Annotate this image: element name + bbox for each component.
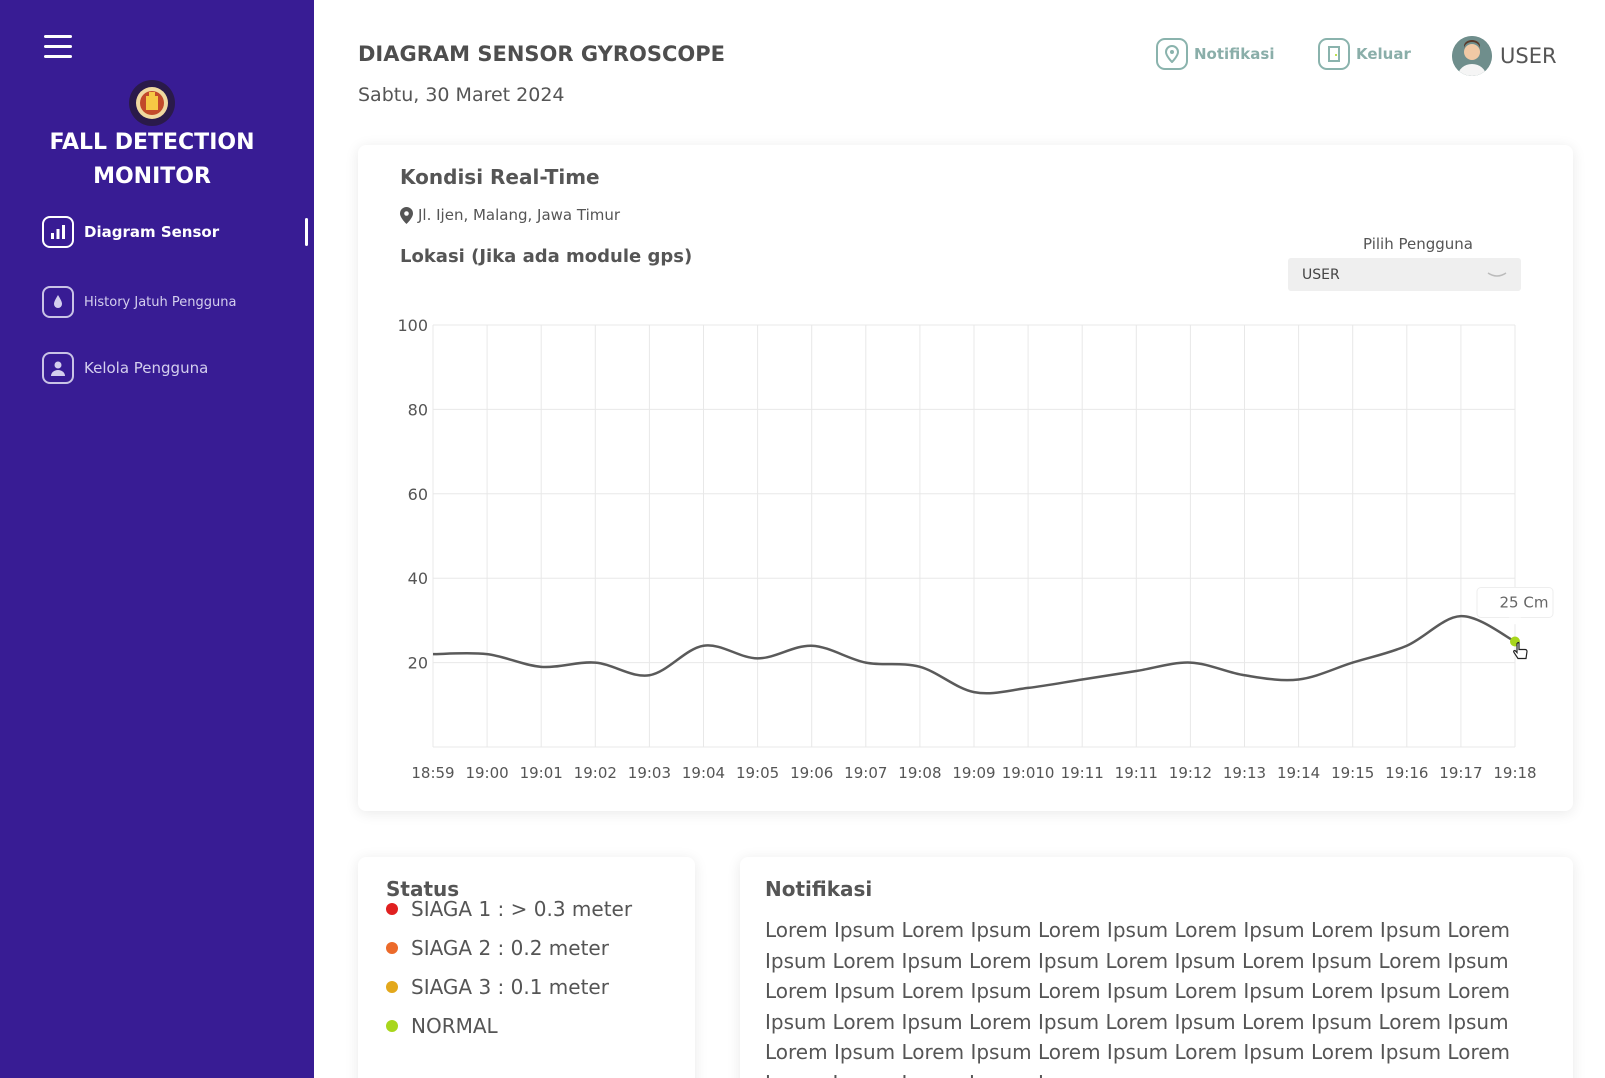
x-tick-label: 19:01	[520, 764, 563, 782]
data-point	[538, 664, 544, 670]
status-item-normal: NORMAL	[386, 1014, 498, 1038]
user-icon	[42, 352, 74, 384]
x-tick-label: 19:14	[1277, 764, 1320, 782]
notifikasi-label: Notifikasi	[1194, 45, 1275, 63]
logout-button[interactable]: Keluar	[1318, 38, 1411, 70]
data-point	[809, 643, 815, 649]
x-tick-label: 19:02	[574, 764, 617, 782]
user-name: USER	[1500, 44, 1557, 68]
y-tick-label: 20	[408, 654, 428, 673]
page-date: Sabtu, 30 Maret 2024	[358, 84, 565, 106]
location-pin-icon	[1156, 38, 1188, 70]
x-tick-label: 19:08	[898, 764, 941, 782]
data-point	[1133, 668, 1139, 674]
chart-icon	[42, 216, 74, 248]
x-tick-label: 19:17	[1439, 764, 1482, 782]
status-label: SIAGA 2 : 0.2 meter	[411, 936, 609, 960]
logo-icon	[129, 80, 175, 126]
sidebar-item-kelola-pengguna[interactable]: Kelola Pengguna	[42, 352, 208, 384]
active-indicator	[305, 218, 308, 246]
menu-icon[interactable]	[44, 35, 72, 59]
data-point	[1458, 613, 1464, 619]
door-icon	[1318, 38, 1350, 70]
x-tick-label: 19:00	[465, 764, 508, 782]
data-point	[863, 660, 869, 666]
x-tick-label: 19:06	[790, 764, 833, 782]
notification-title: Notifikasi	[765, 877, 873, 901]
sidebar-item-diagram-sensor[interactable]: Diagram Sensor	[42, 216, 219, 248]
data-point	[1025, 685, 1031, 691]
x-tick-label: 19:16	[1385, 764, 1428, 782]
x-tick-label: 19:09	[952, 764, 995, 782]
data-point	[430, 651, 436, 657]
sidebar: FALL DETECTION MONITOR Diagram Sensor Hi…	[0, 0, 314, 1078]
data-point	[592, 660, 598, 666]
data-point	[917, 664, 923, 670]
x-tick-label: 19:15	[1331, 764, 1374, 782]
x-tick-label: 19:03	[628, 764, 671, 782]
notification-text: Lorem Ipsum Lorem Ipsum Lorem Ipsum Lore…	[765, 918, 1511, 1078]
status-dot	[386, 903, 398, 915]
data-point	[1187, 660, 1193, 666]
realtime-card: Kondisi Real-Time Jl. Ijen, Malang, Jawa…	[358, 145, 1573, 811]
y-tick-label: 40	[408, 569, 428, 588]
x-tick-label: 19:18	[1493, 764, 1536, 782]
status-card: Status SIAGA 1 : > 0.3 meter SIAGA 2 : 0…	[358, 857, 695, 1078]
brand-line-1: FALL DETECTION	[49, 130, 255, 155]
status-item-siaga-2: SIAGA 2 : 0.2 meter	[386, 936, 609, 960]
history-icon	[42, 286, 74, 318]
status-label: SIAGA 3 : 0.1 meter	[411, 975, 609, 999]
status-item-siaga-3: SIAGA 3 : 0.1 meter	[386, 975, 609, 999]
data-point	[1350, 660, 1356, 666]
x-tick-label: 19:11	[1061, 764, 1104, 782]
x-tick-label: 19:13	[1223, 764, 1266, 782]
x-tick-label: 19:04	[682, 764, 725, 782]
x-tick-label: 19:12	[1169, 764, 1212, 782]
brand-line-2: MONITOR	[93, 164, 211, 189]
data-point	[1404, 643, 1410, 649]
x-tick-label: 19:11	[1115, 764, 1158, 782]
y-tick-label: 100	[397, 316, 428, 335]
notification-card: Notifikasi Lorem Ipsum Lorem Ipsum Lorem…	[740, 857, 1573, 1078]
data-point	[1242, 672, 1248, 678]
sidebar-item-history[interactable]: History Jatuh Pengguna	[42, 286, 236, 318]
data-point	[971, 689, 977, 695]
data-point	[484, 651, 490, 657]
y-tick-label: 60	[408, 485, 428, 504]
page-title: DIAGRAM SENSOR GYROSCOPE	[358, 42, 725, 66]
status-dot	[386, 1020, 398, 1032]
x-tick-label: 18:59	[411, 764, 454, 782]
status-label: SIAGA 1 : > 0.3 meter	[411, 897, 633, 921]
app-brand: FALL DETECTION MONITOR	[0, 126, 304, 194]
tooltip-label: 25 Cm	[1500, 594, 1549, 612]
avatar	[1452, 36, 1492, 76]
sidebar-item-label: Diagram Sensor	[84, 223, 220, 241]
status-label: NORMAL	[411, 1014, 498, 1038]
data-point	[755, 655, 761, 661]
x-tick-label: 19:05	[736, 764, 779, 782]
x-tick-label: 19:010	[1002, 764, 1055, 782]
sidebar-item-label: History Jatuh Pengguna	[84, 294, 237, 310]
status-dot	[386, 981, 398, 993]
notifikasi-button[interactable]: Notifikasi	[1156, 38, 1274, 70]
data-point	[646, 672, 652, 678]
sidebar-item-label: Kelola Pengguna	[84, 359, 209, 377]
y-tick-label: 80	[408, 400, 428, 419]
logout-label: Keluar	[1356, 45, 1411, 63]
user-menu[interactable]: USER	[1452, 36, 1557, 76]
sensor-line-chart: 20 40 60 80 100 18:59 19:00 19:01 19:02 19:03 19:0…	[397, 316, 1554, 782]
data-point	[701, 643, 707, 649]
tooltip-arrow	[1509, 617, 1521, 625]
data-point	[1296, 676, 1302, 682]
data-point	[1079, 676, 1085, 682]
x-tick-label: 19:07	[844, 764, 887, 782]
status-dot	[386, 942, 398, 954]
status-item-siaga-1: SIAGA 1 : > 0.3 meter	[386, 897, 632, 921]
